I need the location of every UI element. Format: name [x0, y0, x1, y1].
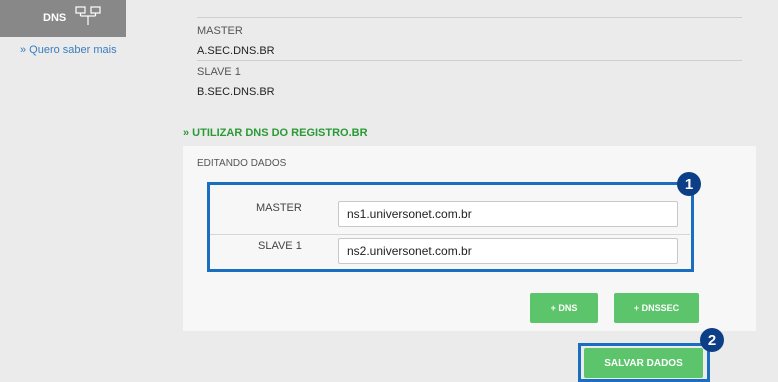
- current-master-value: A.SEC.DNS.BR: [197, 45, 275, 57]
- annotation-badge-1: 1: [677, 172, 701, 196]
- network-icon: [74, 5, 102, 34]
- current-slave-label: SLAVE 1: [197, 66, 241, 78]
- highlight-box-inputs: [207, 182, 694, 272]
- add-dns-button[interactable]: + DNS: [530, 293, 598, 323]
- current-slave-value: B.SEC.DNS.BR: [197, 86, 275, 98]
- current-master-label: MASTER: [197, 25, 243, 37]
- current-master-row: MASTER A.SEC.DNS.BR: [197, 25, 742, 57]
- add-dnssec-button[interactable]: + DNSSEC: [614, 293, 699, 323]
- edit-panel-title: EDITANDO DADOS: [197, 158, 287, 169]
- divider: [197, 17, 742, 18]
- dns-tab-label: DNS: [43, 12, 67, 24]
- dns-tab[interactable]: DNS: [0, 0, 126, 37]
- save-button[interactable]: SALVAR DADOS: [584, 348, 703, 378]
- current-slave-row: SLAVE 1 B.SEC.DNS.BR: [197, 66, 742, 98]
- quero-saber-mais-link[interactable]: » Quero saber mais: [20, 44, 117, 56]
- divider: [197, 60, 742, 61]
- utilizar-dns-registro-link[interactable]: » UTILIZAR DNS DO REGISTRO.BR: [183, 127, 368, 139]
- annotation-badge-2: 2: [700, 328, 724, 352]
